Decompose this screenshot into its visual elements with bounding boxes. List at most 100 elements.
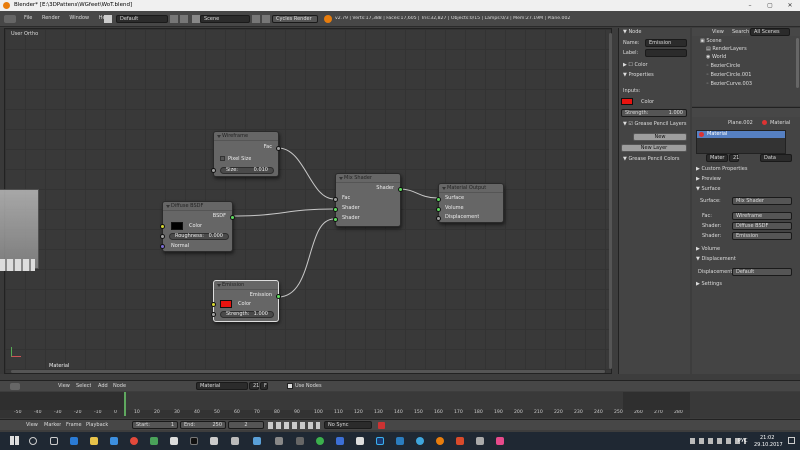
sidebar-color-swatch[interactable]	[621, 98, 633, 105]
emission-node[interactable]: Emission Emission Color Strength: 1.000	[211, 280, 281, 322]
node-menu-add[interactable]: Add	[98, 383, 108, 389]
wireframe-size-field[interactable]: Size: 0.010	[220, 167, 274, 174]
close-icon[interactable]: ✕	[780, 0, 800, 11]
diffuse-node-title[interactable]: Diffuse BSDF	[163, 202, 232, 211]
properties-tabs[interactable]	[692, 108, 800, 117]
surface-shader-select[interactable]: Mix Shader	[732, 197, 792, 205]
mix-fac-socket[interactable]	[333, 197, 338, 202]
diffuse-bsdf-socket[interactable]	[230, 215, 235, 220]
emission-color-swatch[interactable]	[220, 300, 232, 308]
node-material-users[interactable]: 21	[249, 382, 259, 390]
properties-section-header[interactable]: ▼ Properties	[623, 71, 654, 80]
scene-icon[interactable]	[192, 15, 200, 23]
mix-shader-output-socket[interactable]	[398, 187, 403, 192]
taskbar-app-icon-5[interactable]	[275, 437, 283, 445]
node-editor-type-icon[interactable]	[10, 383, 20, 390]
preview-header[interactable]: ▶ Preview	[696, 175, 721, 184]
emission-output-socket[interactable]	[276, 294, 281, 299]
taskbar-edge-icon[interactable]	[70, 437, 78, 445]
taskbar-store-icon[interactable]	[110, 437, 118, 445]
diffuse-node[interactable]: Diffuse BSDF BSDF Color Roughness: 0.000…	[160, 201, 235, 252]
menu-window[interactable]: Window	[69, 15, 89, 21]
outliner-item-beziercircle-001[interactable]: ◦ BezierCircle.001	[706, 72, 751, 78]
node-menu-view[interactable]: View	[58, 383, 70, 389]
menu-file[interactable]: File	[24, 15, 32, 21]
taskbar-app-icon-12[interactable]	[496, 437, 504, 445]
outliner-item-beziercircle[interactable]: ◦ BezierCircle	[706, 63, 740, 69]
mix-shader1-socket[interactable]	[333, 207, 338, 212]
taskbar-app-icon-4[interactable]	[253, 437, 261, 445]
playback-controls[interactable]	[268, 422, 320, 429]
node-label-field[interactable]	[645, 49, 687, 57]
material-users-count[interactable]: 21	[729, 154, 739, 162]
grease-pencil-section-header[interactable]: ▼ ☑ Grease Pencil Layers	[623, 120, 687, 129]
taskbar-mail-icon[interactable]	[356, 437, 364, 445]
material-datablock-field[interactable]: Mater	[706, 154, 728, 162]
outliner-scrollbar[interactable]	[796, 38, 799, 88]
timeline[interactable]: -50 -40 -30 -20 -10 0 10 20 30 40 50 60 70 80 90 100 110…	[0, 392, 800, 418]
outliner-item-beziercurve-003[interactable]: ◦ BezierCurve.003	[706, 81, 752, 87]
taskbar-app-icon-11[interactable]	[476, 437, 484, 445]
node-menu-select[interactable]: Select	[76, 383, 91, 389]
menu-render[interactable]: Render	[42, 15, 60, 21]
node-name-field[interactable]: Emission	[645, 39, 687, 47]
taskbar-chrome-icon[interactable]	[130, 437, 138, 445]
mix-shader-title[interactable]: Mix Shader	[336, 174, 400, 183]
surface-header[interactable]: ▼ Surface	[696, 185, 721, 194]
settings-header[interactable]: ▶ Settings	[696, 280, 722, 289]
wireframe-fac-socket[interactable]	[276, 146, 281, 151]
diffuse-normal-socket[interactable]	[160, 244, 165, 249]
current-frame-field[interactable]: 2	[228, 421, 264, 429]
taskbar-app-icon-7[interactable]	[316, 437, 324, 445]
diffuse-roughness-socket[interactable]	[160, 234, 165, 239]
displacement-select[interactable]: Default	[732, 268, 792, 276]
output-surface-socket[interactable]	[436, 197, 441, 202]
taskbar-search-icon[interactable]	[29, 437, 37, 445]
minimize-icon[interactable]: –	[740, 0, 760, 11]
outliner-tab-search[interactable]: Search	[732, 29, 749, 35]
end-frame-field[interactable]: End: 250	[180, 421, 226, 429]
taskbar-app-icon-10[interactable]	[456, 437, 464, 445]
diffuse-color-socket[interactable]	[160, 224, 165, 229]
shader1-input-select[interactable]: Diffuse BSDF	[732, 222, 792, 230]
shader2-input-select[interactable]: Emission	[732, 232, 792, 240]
taskbar-explorer-icon[interactable]	[90, 437, 98, 445]
taskbar-app-icon-2[interactable]	[170, 437, 178, 445]
material-output-title[interactable]: Material Output	[439, 184, 503, 193]
wireframe-size-socket[interactable]	[211, 168, 216, 173]
add-scene-icon[interactable]	[252, 15, 260, 23]
taskbar-telegram-icon[interactable]	[416, 437, 424, 445]
taskbar-app-icon-6[interactable]	[296, 437, 304, 445]
outliner-item-scene[interactable]: ▣ Scene	[700, 38, 722, 44]
remove-layout-icon[interactable]	[180, 15, 188, 23]
timeline-menu-frame[interactable]: Frame	[66, 422, 82, 428]
add-layout-icon[interactable]	[170, 15, 178, 23]
volume-header[interactable]: ▶ Volume	[696, 245, 720, 254]
fac-input-select[interactable]: Wireframe	[732, 212, 792, 220]
emission-strength-field[interactable]: Strength: 1.000	[220, 311, 274, 318]
taskbar-app-icon-9[interactable]	[396, 437, 404, 445]
material-slot-active[interactable]: Material	[697, 131, 785, 138]
scene-select[interactable]: Scene	[200, 15, 250, 23]
render-engine-select[interactable]: Cycles Render	[272, 15, 318, 23]
current-frame-line[interactable]	[124, 392, 126, 416]
taskbar-photoshop-icon[interactable]	[376, 437, 384, 445]
taskbar-terminal-icon[interactable]	[190, 437, 198, 445]
gp-new-button[interactable]: New	[633, 133, 687, 141]
material-output-node[interactable]: Material Output Surface Volume Displacem…	[436, 183, 504, 223]
node-menu-node[interactable]: Node	[113, 383, 126, 389]
emission-color-socket[interactable]	[211, 302, 216, 307]
timeline-menu-view[interactable]: View	[26, 422, 38, 428]
node-editor[interactable]: User Ortho Material Wireframe Fac Pixel …	[0, 28, 612, 374]
outliner-item-world[interactable]: ◉ World	[706, 54, 726, 60]
use-nodes-checkbox[interactable]	[287, 383, 293, 389]
emission-node-title[interactable]: Emission	[214, 281, 278, 290]
output-volume-socket[interactable]	[436, 207, 441, 212]
timeline-menu-playback[interactable]: Playback	[86, 422, 108, 428]
keyboard-language[interactable]: РУС	[738, 438, 748, 444]
node-material-fake[interactable]: F	[260, 382, 268, 390]
diffuse-color-swatch[interactable]	[171, 222, 183, 230]
node-material-select[interactable]: Material	[196, 382, 248, 390]
emission-strength-socket[interactable]	[211, 312, 216, 317]
node-section-header[interactable]: ▼ Node	[619, 28, 690, 37]
